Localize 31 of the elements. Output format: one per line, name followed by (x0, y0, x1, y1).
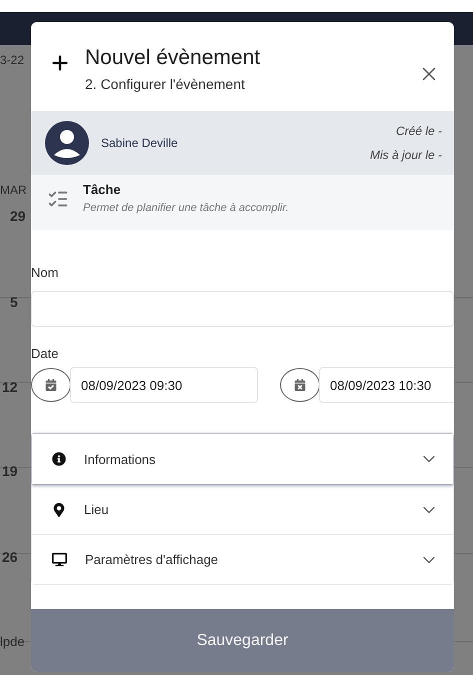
save-button[interactable]: Sauvegarder (31, 609, 454, 672)
info-icon (52, 452, 66, 466)
day-number: 12 (1, 379, 18, 395)
field-label: Date (31, 346, 60, 361)
day-number: 26 (1, 549, 18, 565)
end-date-field[interactable]: 08/09/2023 10:30 (319, 367, 454, 403)
dialog-subtitle: 2. Configurer l'évènement (85, 76, 246, 92)
accordion-item[interactable]: Paramètres d'affichage (32, 534, 453, 584)
map-pin-icon (52, 502, 66, 516)
calendar-button[interactable] (31, 368, 71, 402)
calendar-x-icon (294, 379, 306, 391)
day-number: 5 (9, 294, 18, 310)
monitor-icon (52, 552, 67, 567)
date-range-text: 3-22 (0, 53, 24, 67)
calendar-check-icon (45, 379, 57, 391)
author-name: Sabine Deville (101, 136, 179, 150)
event-type-description: Permet de planifier une tâche à accomplir. (83, 202, 289, 214)
weekday-text: MAR (0, 183, 27, 197)
updated-text: Mis à jour le - (370, 148, 442, 162)
name-field[interactable] (31, 291, 454, 327)
created-text: Créé le - (396, 124, 442, 138)
start-date-field[interactable]: 08/09/2023 09:30 (70, 367, 258, 403)
field-label: Nom (31, 265, 60, 280)
accordion-item[interactable]: Informations (32, 434, 453, 484)
calendar-button[interactable] (280, 368, 320, 402)
avatar-icon (45, 121, 89, 165)
dialog-title: Nouvel évènement (85, 46, 262, 70)
event-type-title: Tâche (83, 182, 122, 197)
day-number: 19 (1, 463, 18, 479)
day-number: 29 (9, 208, 26, 224)
footer-text: lpde (0, 634, 25, 649)
